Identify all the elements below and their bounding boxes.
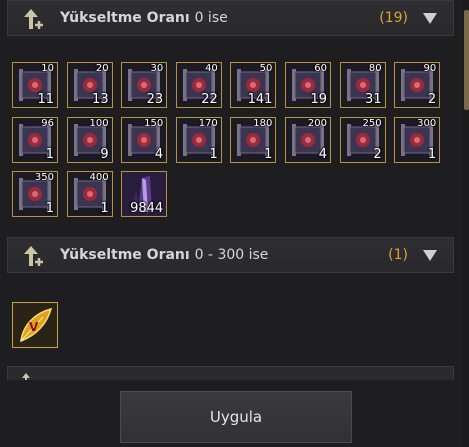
item-level: 150 [144,117,164,129]
item-quantity: 1 [209,146,218,162]
item-slot[interactable]: 10 11 [12,62,58,108]
item-slot[interactable]: 170 1 [175,116,222,163]
item-slot[interactable]: 40 22 [175,62,222,108]
section-title: Yükseltme Oranı 0 - 300 ise [60,247,269,263]
item-slot[interactable]: 96 1 [12,116,58,163]
item-level: 60 [314,63,327,74]
item-slot[interactable]: 150 4 [121,116,168,163]
item-level: 300 [417,117,437,129]
item-quantity: 4 [318,146,327,162]
item-slot[interactable]: V [12,302,58,348]
item-slot[interactable]: 200 4 [285,116,331,163]
item-level: 40 [205,63,218,74]
item-level: 180 [253,117,273,129]
section-title: Yükseltme Oranı 0 ise [60,10,228,26]
section-header-0[interactable]: Yükseltme Oranı 0 ise (19) [7,0,454,36]
chevron-down-icon[interactable] [423,250,437,262]
item-quantity: 2 [427,92,437,107]
item-slot[interactable]: 350 1 [12,171,58,217]
chevron-down-icon[interactable] [423,13,437,25]
item-level: 20 [95,63,109,74]
item-level: 250 [362,117,382,129]
item-quantity: 19 [310,92,327,107]
section-count: (19) [379,10,408,26]
item-slot[interactable]: 50 141 [230,62,277,108]
item-quantity: 1 [45,146,54,162]
item-level: 170 [198,117,218,129]
section-header-1[interactable]: Yükseltme Oranı 0 - 300 ise (1) [7,237,454,273]
item-quantity: 2 [373,146,382,162]
item-slot[interactable]: 80 31 [339,62,386,108]
item-level: 50 [259,63,273,74]
item-quantity: 4 [154,146,164,162]
item-level: 90 [423,63,437,74]
item-slot[interactable]: 9844 [121,171,168,217]
item-quantity: 9 [100,146,109,162]
item-slot[interactable]: 300 1 [394,116,441,163]
item-level: 200 [307,117,327,129]
item-quantity: 1 [100,201,109,216]
item-level: 400 [89,172,109,183]
item-quantity: 1 [45,201,54,216]
item-quantity: 23 [146,92,164,107]
item-quantity: 141 [247,92,273,107]
item-level: 100 [89,117,109,129]
item-slot[interactable]: 30 23 [121,62,168,108]
item-slot[interactable]: 100 9 [66,116,113,163]
scroll-thumb[interactable] [464,10,469,110]
item-level: 80 [368,63,382,74]
item-quantity: 11 [37,92,54,107]
item-level: 96 [41,117,54,129]
item-slot[interactable]: 60 19 [285,62,331,108]
svg-text:V: V [29,320,39,334]
apply-button[interactable]: Uygula [120,391,352,443]
item-quantity: 9844 [130,201,164,216]
upgrade-plus-icon [24,246,43,266]
item-quantity: 22 [201,92,218,107]
item-quantity: 1 [264,146,273,162]
item-slot[interactable]: 400 1 [66,171,113,217]
gold-feather-v-icon: V [13,303,57,347]
item-quantity: 31 [365,92,382,107]
inventory-filter-panel: Yükseltme Oranı 0 ise (19) 10 11 20 13 30 23 4… [0,0,469,447]
item-quantity: 13 [92,92,109,107]
scrollbar[interactable] [462,0,469,447]
item-quantity: 1 [427,146,437,162]
upgrade-plus-icon [24,9,43,29]
item-slot[interactable]: 20 13 [66,62,113,108]
section-count: (1) [388,247,408,263]
item-level: 350 [34,172,54,183]
item-slot[interactable]: 180 1 [230,116,277,163]
item-slot[interactable]: 250 2 [339,116,386,163]
item-level: 10 [41,63,54,74]
item-slot[interactable]: 90 2 [394,62,441,108]
item-level: 30 [150,63,164,74]
